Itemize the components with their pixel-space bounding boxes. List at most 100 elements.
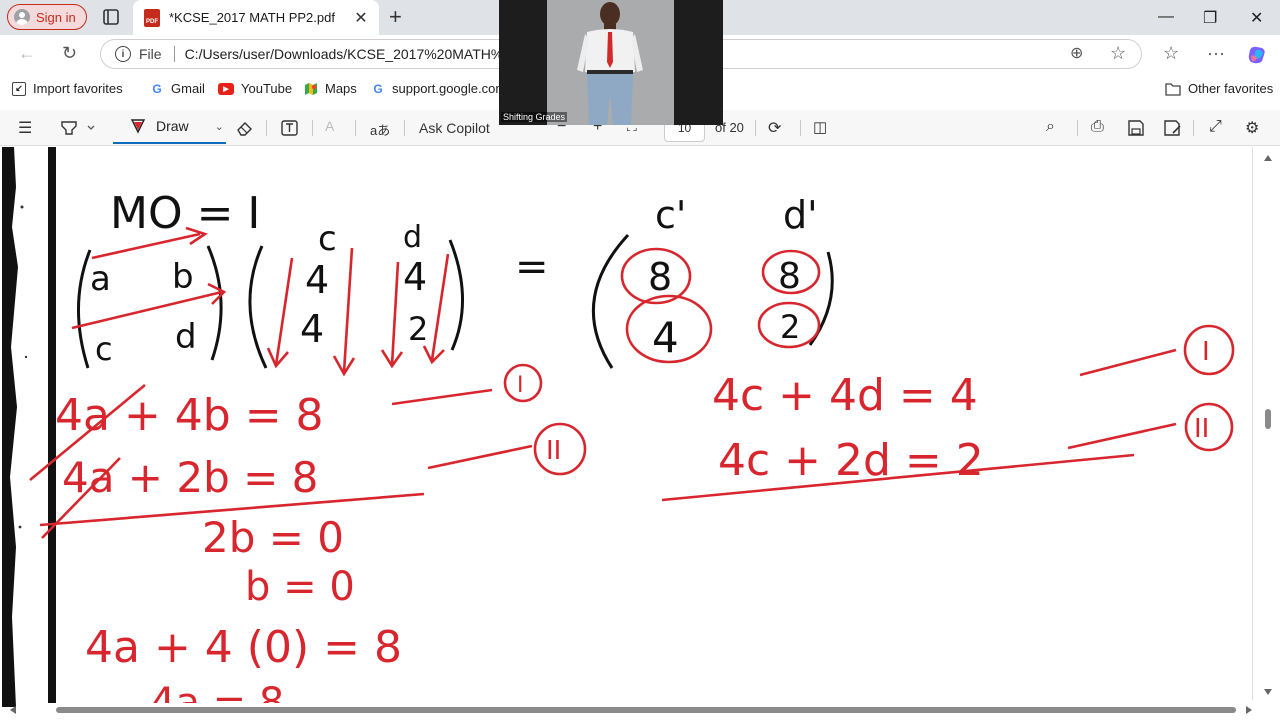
ask-copilot-button[interactable]: Ask Copilot: [419, 120, 490, 136]
left-equation-6: 4a = 8: [150, 680, 284, 703]
refresh-icon[interactable]: ↻: [62, 43, 77, 64]
favorite-gmail[interactable]: G Gmail: [150, 81, 205, 96]
rotate-icon[interactable]: ⟳: [768, 118, 781, 138]
favorite-support-google[interactable]: G support.google.com: [371, 81, 506, 96]
settings-gear-icon[interactable]: ⚙: [1245, 118, 1259, 138]
folder-icon: [1165, 82, 1181, 96]
favorite-gmail-label: Gmail: [171, 81, 205, 96]
matrix-d: d: [175, 317, 197, 357]
right-label-2: II: [1194, 414, 1209, 444]
m3-r2c2: 2: [780, 308, 800, 346]
toolbar-separator: [404, 120, 405, 136]
other-favorites-label: Other favorites: [1188, 81, 1274, 96]
right-equation-1: 4c + 4d = 4: [712, 370, 978, 421]
tab-pdf-document[interactable]: PDF *KCSE_2017 MATH PP2.pdf ✕: [133, 0, 379, 35]
read-aloud-icon[interactable]: A: [325, 118, 334, 134]
toolbar-separator: [355, 120, 356, 136]
m2-r1c1: 4: [305, 258, 329, 302]
toolbar-separator: [800, 120, 801, 136]
new-tab-icon[interactable]: +: [389, 5, 402, 29]
col-d-label: d: [403, 220, 422, 255]
copilot-icon[interactable]: [1246, 44, 1268, 66]
save-as-icon[interactable]: [1164, 120, 1182, 136]
favorites-list-icon[interactable]: ☆: [1163, 43, 1179, 64]
search-icon[interactable]: ⌕: [1046, 118, 1055, 136]
page-boundary: [1252, 147, 1253, 700]
draw-label: Draw: [156, 118, 189, 134]
matrix-c: c: [95, 330, 113, 368]
favorite-star-icon[interactable]: ☆: [1110, 43, 1126, 64]
left-label-2: II: [546, 436, 561, 466]
left-label-1: I: [517, 373, 524, 398]
left-equation-1: 4a + 4b = 8: [55, 390, 324, 441]
page-view-icon[interactable]: ◫: [813, 118, 827, 136]
favorite-youtube[interactable]: ▶ YouTube: [218, 81, 292, 96]
pdf-file-icon: PDF: [144, 8, 160, 27]
browser-window: Sign in PDF *KCSE_2017 MATH PP2.pdf ✕ + …: [0, 0, 1280, 720]
right-equation-2: 4c + 2d = 2: [718, 435, 984, 486]
highlight-icon[interactable]: [60, 120, 96, 136]
left-equation-3: 2b = 0: [202, 513, 344, 562]
fullscreen-icon[interactable]: ⤢: [1209, 118, 1222, 136]
favorite-support-label: support.google.com: [392, 81, 507, 96]
more-options-icon[interactable]: ···: [1207, 43, 1225, 64]
webcam-name-label: Shifting Grades: [501, 112, 568, 122]
profile-avatar-icon: [14, 9, 30, 25]
favorite-youtube-label: YouTube: [241, 81, 293, 96]
maps-icon: [305, 82, 317, 95]
m3-r2c1: 4: [652, 313, 679, 362]
favorite-maps[interactable]: Maps: [304, 81, 357, 96]
left-equation-4: b = 0: [245, 564, 355, 610]
minimize-icon[interactable]: —: [1158, 8, 1174, 26]
toolbar-separator: [1077, 120, 1078, 136]
youtube-icon: ▶: [218, 82, 234, 95]
restore-icon[interactable]: ❐: [1203, 8, 1217, 28]
presenter-image: [577, 2, 643, 125]
close-window-icon[interactable]: ✕: [1250, 8, 1263, 28]
draw-button[interactable]: Draw ⌄: [113, 110, 226, 144]
left-equation-5: 4a + 4 (0) = 8: [85, 622, 402, 673]
close-tab-icon[interactable]: ✕: [349, 8, 373, 28]
address-scheme: File: [139, 46, 162, 62]
eraser-icon[interactable]: [236, 120, 254, 136]
toolbar-separator: [755, 120, 756, 136]
contents-icon[interactable]: ☰: [18, 118, 32, 138]
draw-chevron-icon[interactable]: ⌄: [215, 120, 224, 133]
address-separator: [173, 46, 175, 62]
print-icon[interactable]: ⎙: [1091, 118, 1104, 136]
webcam-overlay: Shifting Grades: [499, 0, 723, 125]
matrix-a: a: [90, 259, 111, 299]
zoom-icon[interactable]: ⊕: [1070, 43, 1083, 63]
result-c-label: c': [655, 193, 686, 237]
toolbar-separator: [312, 120, 313, 136]
other-favorites[interactable]: Other favorites: [1165, 81, 1273, 96]
right-label-1: I: [1202, 337, 1210, 367]
header-equation: MO = I: [110, 188, 260, 239]
handwriting-canvas: MO = I c d c' d' a b c d 4 4 4 2 = 8 8 4…: [29, 188, 1235, 703]
back-icon[interactable]: ←: [18, 43, 36, 64]
result-d-label: d': [783, 193, 818, 237]
pdf-document-area[interactable]: MO = I c d c' d' a b c d 4 4 4 2 = 8 8 4…: [0, 147, 1280, 720]
m3-r1c1: 8: [648, 255, 672, 299]
m2-r2c1: 4: [300, 307, 324, 351]
import-favorites-label: Import favorites: [33, 81, 123, 96]
address-text[interactable]: C:/Users/user/Downloads/KCSE_2017%20MATH…: [185, 46, 512, 62]
matrix-b: b: [172, 257, 194, 297]
tab-actions-icon[interactable]: [102, 8, 120, 26]
save-icon[interactable]: [1128, 120, 1144, 136]
m2-r1c2: 4: [403, 255, 427, 299]
sign-in-button[interactable]: Sign in: [7, 4, 87, 30]
vertical-scrollbar[interactable]: [1262, 147, 1274, 700]
horizontal-scrollbar[interactable]: [0, 703, 1262, 717]
google-icon: G: [152, 81, 162, 96]
add-text-icon[interactable]: [281, 120, 298, 136]
m2-r2c2: 2: [408, 310, 428, 348]
sign-in-label: Sign in: [36, 9, 76, 25]
site-info-icon[interactable]: i: [115, 46, 131, 62]
import-favorites[interactable]: ↙ Import favorites: [12, 81, 123, 96]
col-c-label: c: [318, 219, 337, 259]
import-icon: ↙: [12, 81, 26, 96]
pen-icon: [130, 119, 146, 134]
translate-icon[interactable]: aあ: [370, 120, 390, 139]
matrix-equals: =: [515, 244, 549, 290]
